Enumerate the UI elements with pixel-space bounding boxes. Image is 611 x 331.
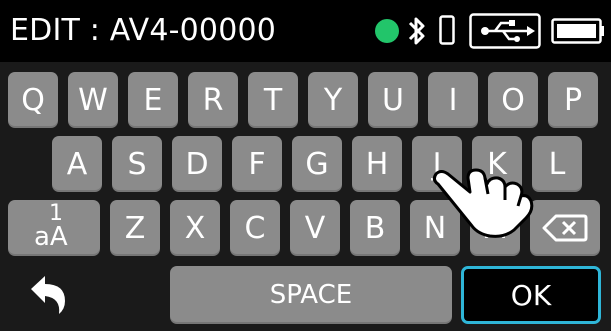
- phone-icon: [439, 15, 455, 45]
- key-e[interactable]: E: [128, 72, 178, 128]
- key-s[interactable]: S: [112, 136, 162, 192]
- key-r[interactable]: R: [188, 72, 238, 128]
- key-g[interactable]: G: [292, 136, 342, 192]
- key-a[interactable]: A: [52, 136, 102, 192]
- usb-icon: [469, 13, 541, 49]
- key-f[interactable]: F: [232, 136, 282, 192]
- bluetooth-icon: [408, 17, 425, 45]
- back-arrow-icon: [31, 276, 65, 314]
- key-w[interactable]: W: [68, 72, 118, 128]
- key-k[interactable]: K: [472, 136, 522, 192]
- backspace-key[interactable]: [530, 200, 600, 256]
- battery-icon: [551, 18, 604, 44]
- key-o[interactable]: O: [488, 72, 538, 128]
- keyboard: Q W E R T Y U I O P A S D F G H J K L 1 …: [0, 62, 611, 331]
- shift-label: 1 aA: [34, 201, 68, 252]
- ok-button[interactable]: OK: [461, 266, 601, 324]
- back-button[interactable]: [8, 266, 88, 324]
- space-key[interactable]: SPACE: [170, 266, 452, 324]
- key-m[interactable]: M: [470, 200, 520, 256]
- status-bar: EDIT : AV4-00000: [0, 0, 611, 62]
- key-c[interactable]: C: [230, 200, 280, 256]
- key-q[interactable]: Q: [8, 72, 58, 128]
- key-j[interactable]: J: [412, 136, 462, 192]
- key-z[interactable]: Z: [110, 200, 160, 256]
- key-d[interactable]: D: [172, 136, 222, 192]
- shift-key[interactable]: 1 aA: [8, 200, 100, 256]
- key-y[interactable]: Y: [308, 72, 358, 128]
- key-b[interactable]: B: [350, 200, 400, 256]
- key-i[interactable]: I: [428, 72, 478, 128]
- key-p[interactable]: P: [548, 72, 598, 128]
- key-h[interactable]: H: [352, 136, 402, 192]
- key-l[interactable]: L: [532, 136, 582, 192]
- recording-indicator-icon: [375, 19, 399, 43]
- page-title: EDIT : AV4-00000: [10, 13, 277, 48]
- key-n[interactable]: N: [410, 200, 460, 256]
- status-icons: [375, 12, 605, 50]
- key-x[interactable]: X: [170, 200, 220, 256]
- edit-name-screen: EDIT : AV4-00000 Q W E R T Y U I O P A S…: [0, 0, 611, 331]
- backspace-icon: [542, 214, 588, 242]
- key-u[interactable]: U: [368, 72, 418, 128]
- key-t[interactable]: T: [248, 72, 298, 128]
- key-v[interactable]: V: [290, 200, 340, 256]
